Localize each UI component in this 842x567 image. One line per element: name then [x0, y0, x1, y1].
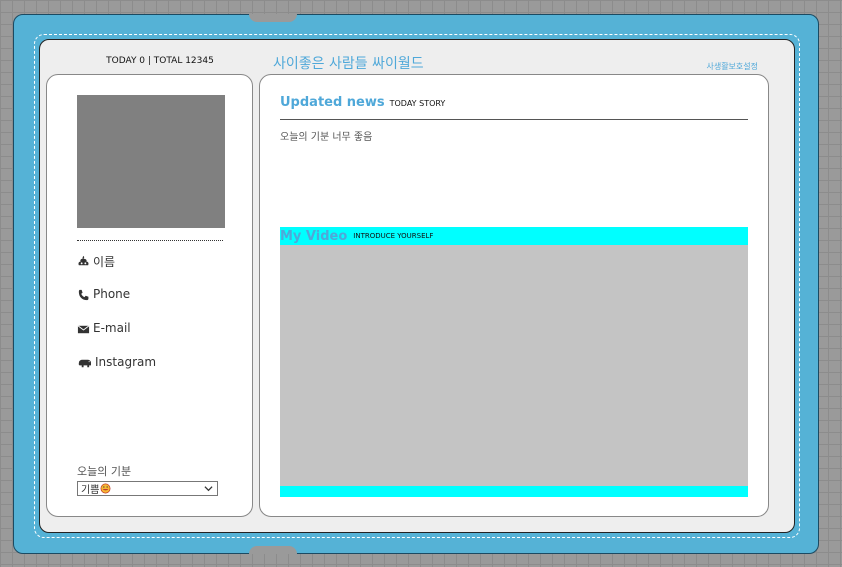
- news-title: Updated news: [280, 95, 385, 110]
- mood-select[interactable]: 기쁨: [77, 481, 218, 496]
- video-section[interactable]: My Video INTRODUCE YOURSELF: [280, 227, 748, 497]
- book-notch-top: [249, 14, 297, 22]
- content-panel: Updated news TODAY STORY 오늘의 기분 너무 좋음 My…: [259, 74, 769, 517]
- poop-icon: [78, 255, 89, 266]
- profile-item-phone: Phone: [77, 287, 156, 321]
- book-frame: TODAY 0 | TOTAL 12345 사이좋은 사람들 싸이월드 사생활보…: [13, 14, 819, 554]
- main-page: TODAY 0 | TOTAL 12345 사이좋은 사람들 싸이월드 사생활보…: [39, 39, 795, 533]
- profile-photo: [77, 95, 225, 228]
- phone-icon: [78, 289, 89, 301]
- profile-item-instagram: Instagram: [77, 355, 156, 389]
- profile-item-name: 이름: [77, 253, 156, 287]
- video-title: My Video: [280, 228, 348, 244]
- mood-select-value: 기쁨: [81, 485, 100, 496]
- profile-item-label: Instagram: [95, 355, 157, 369]
- happy-face-icon: [100, 483, 111, 494]
- mood-label: 오늘의 기분: [77, 465, 132, 478]
- profile-divider: [77, 240, 223, 241]
- news-header: Updated news TODAY STORY: [280, 95, 748, 120]
- news-subtitle: TODAY STORY: [389, 99, 446, 108]
- profile-info-list: 이름 Phone E-mail Instagram: [77, 253, 156, 389]
- privacy-settings-link[interactable]: 사생활보호설정: [706, 61, 758, 72]
- site-title: 사이좋은 사람들 싸이월드: [273, 56, 424, 72]
- profile-item-email: E-mail: [77, 321, 156, 355]
- book-notch-bottom: [249, 546, 297, 554]
- video-header: My Video INTRODUCE YOURSELF: [280, 227, 748, 245]
- visit-counter: TODAY 0 | TOTAL 12345: [106, 56, 214, 66]
- profile-item-label: Phone: [93, 287, 131, 301]
- envelope-icon: [77, 325, 90, 334]
- video-footer-bar: [280, 486, 748, 497]
- profile-item-label: 이름: [93, 255, 116, 269]
- chevron-down-icon: [204, 486, 213, 492]
- news-body: 오늘의 기분 너무 좋음: [280, 132, 373, 143]
- hippo-icon: [78, 359, 91, 368]
- video-subtitle: INTRODUCE YOURSELF: [353, 232, 434, 240]
- profile-panel: 이름 Phone E-mail Instagram 오늘의 기분 기쁨: [46, 74, 253, 517]
- profile-item-label: E-mail: [93, 321, 131, 335]
